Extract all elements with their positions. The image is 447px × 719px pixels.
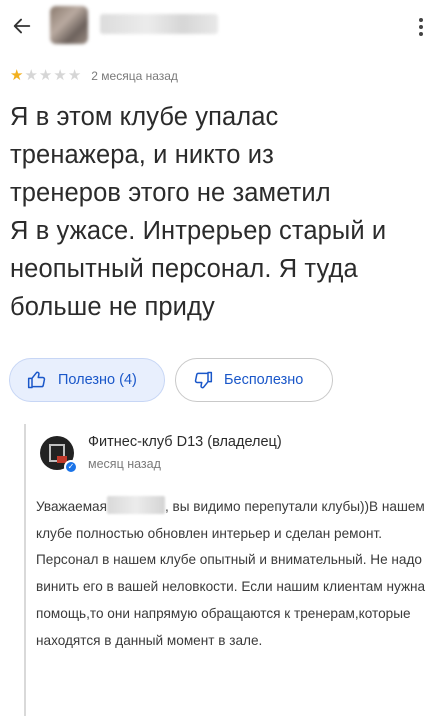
- more-vert-icon: [419, 18, 423, 22]
- star-filled-icon: ★: [10, 67, 24, 84]
- owner-name[interactable]: Фитнес-клуб D13 (владелец): [88, 434, 282, 450]
- arrow-left-icon: [13, 18, 31, 34]
- rating-row: ★ ★ ★ ★ ★ 2 месяца назад: [10, 68, 178, 83]
- useful-button[interactable]: Полезно (4): [9, 358, 165, 402]
- top-bar: [0, 0, 447, 52]
- owner-reply-text: Уважаемая, вы видимо перепутали клубы))В…: [36, 494, 434, 654]
- star-empty-icon: ★: [67, 67, 82, 84]
- not-useful-button[interactable]: Бесполезно: [175, 358, 333, 402]
- reviewer-name-redacted[interactable]: [100, 14, 218, 34]
- star-empty-icon: ★: [38, 67, 53, 84]
- thumb-up-icon: [26, 369, 48, 391]
- owner-reply-time: месяц назад: [88, 457, 161, 471]
- star-empty-icon: ★: [24, 67, 38, 84]
- reviewer-avatar[interactable]: [50, 6, 88, 44]
- back-button[interactable]: [6, 10, 38, 42]
- verified-badge-icon: ✓: [64, 460, 78, 474]
- not-useful-label: Бесполезно: [224, 372, 304, 388]
- useful-label: Полезно (4): [58, 372, 137, 388]
- reply-text-rest: , вы видимо перепутали клубы))В нашем кл…: [36, 499, 426, 648]
- review-text: Я в этом клубе упалас тренажера, и никто…: [10, 103, 387, 321]
- redacted-name: [106, 496, 165, 514]
- thumb-down-icon: [192, 369, 214, 391]
- star-rating: ★ ★ ★ ★ ★: [10, 68, 81, 83]
- owner-reply: ✓ Фитнес-клуб D13 (владелец) месяц назад…: [24, 424, 434, 716]
- review-time: 2 месяца назад: [91, 68, 178, 83]
- more-options-button[interactable]: [409, 14, 433, 40]
- reply-text-start: Уважаемая: [36, 499, 107, 514]
- star-empty-icon: ★: [53, 67, 67, 84]
